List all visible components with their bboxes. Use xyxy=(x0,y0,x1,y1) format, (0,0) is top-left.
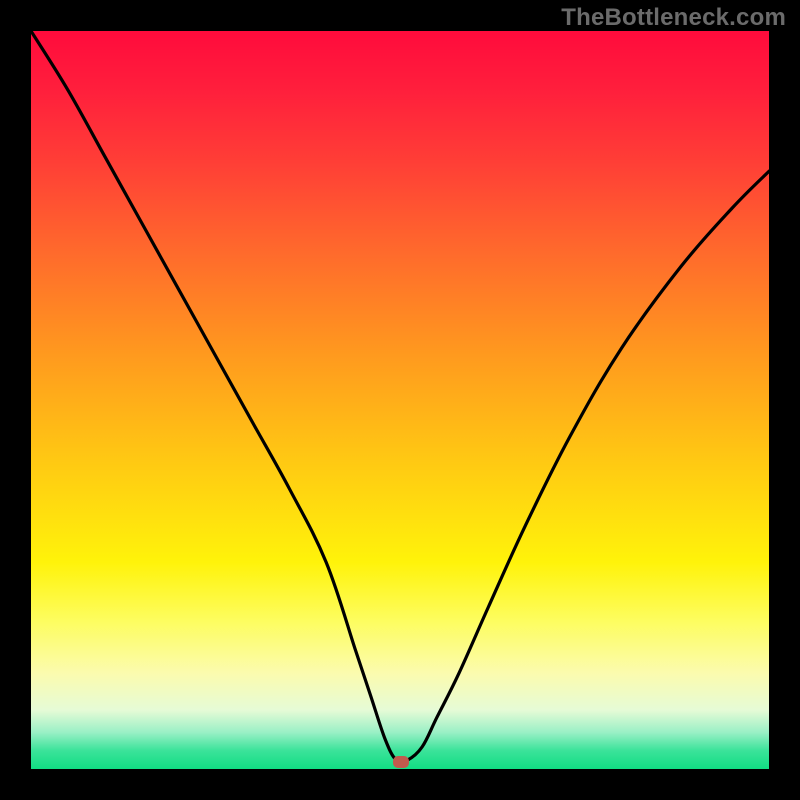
watermark-text: TheBottleneck.com xyxy=(561,4,786,32)
optimum-marker xyxy=(393,756,409,768)
curve-path xyxy=(31,31,769,762)
bottleneck-curve xyxy=(31,31,769,769)
chart-frame: TheBottleneck.com xyxy=(0,0,800,800)
plot-area xyxy=(31,31,769,769)
